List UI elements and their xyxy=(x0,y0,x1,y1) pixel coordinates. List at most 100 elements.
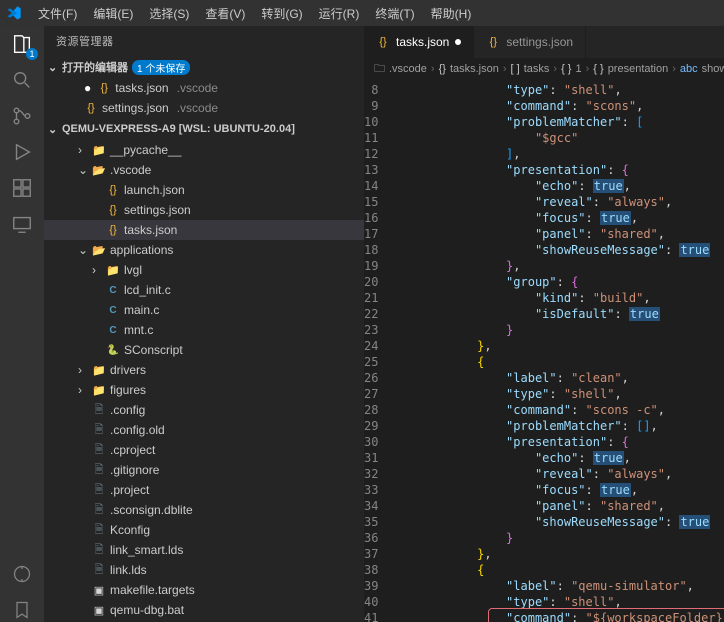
code-line[interactable]: "focus": true, xyxy=(390,482,724,498)
extensions-icon[interactable] xyxy=(10,176,34,200)
file-icon: 🗎 xyxy=(92,403,106,417)
breadcrumb[interactable]: 🗀 .vscode›{} tasks.json›[ ] tasks›{ } 1›… xyxy=(364,58,724,80)
chevron-right-icon: › xyxy=(503,63,507,75)
tree-item[interactable]: ▣makefile.targets xyxy=(44,580,364,600)
folder-icon: 📁 xyxy=(92,363,106,377)
explorer-icon[interactable] xyxy=(10,32,34,56)
source-control-icon[interactable] xyxy=(10,104,34,128)
workspace-header[interactable]: ⌄ QEMU-VEXPRESS-A9 [WSL: UBUNTU-20.04] xyxy=(44,118,364,140)
menu-item[interactable]: 编辑(E) xyxy=(85,3,141,24)
tree-item[interactable]: {}tasks.json xyxy=(44,220,364,240)
tree-item[interactable]: {}settings.json xyxy=(44,200,364,220)
code-line[interactable]: "presentation": { xyxy=(390,434,724,450)
code-line[interactable]: "problemMatcher": [ xyxy=(390,114,724,130)
menu-item[interactable]: 帮助(H) xyxy=(423,3,480,24)
code-line[interactable]: "echo": true, xyxy=(390,178,724,194)
code-line[interactable]: "reveal": "always", xyxy=(390,466,724,482)
compass-icon[interactable] xyxy=(10,562,34,586)
chevron-icon: › xyxy=(78,363,88,377)
tab-label: tasks.json xyxy=(396,35,449,49)
breadcrumb-segment[interactable]: presentation xyxy=(608,63,669,75)
code-line[interactable]: "showReuseMessage": true xyxy=(390,242,724,258)
code-line[interactable]: "panel": "shared", xyxy=(390,498,724,514)
tree-item[interactable]: 🗎.gitignore xyxy=(44,460,364,480)
tree-item[interactable]: ⌄📂.vscode xyxy=(44,160,364,180)
tree-item[interactable]: 🗎.sconsign.dblite xyxy=(44,500,364,520)
menu-item[interactable]: 终端(T) xyxy=(367,3,422,24)
tree-item[interactable]: 🐍SConscript xyxy=(44,340,364,360)
json-file-icon: {} xyxy=(486,35,500,49)
breadcrumb-segment[interactable]: tasks.json xyxy=(450,63,499,75)
code-line[interactable]: } xyxy=(390,322,724,338)
code-editor[interactable]: 8910111213141516171819202122232425262728… xyxy=(364,80,724,622)
open-editor-item[interactable]: {}settings.json.vscode xyxy=(44,98,364,118)
tree-item[interactable]: ›📁figures xyxy=(44,380,364,400)
breadcrumb-segment[interactable]: tasks xyxy=(524,63,550,75)
editor-tab[interactable]: {}settings.json xyxy=(474,26,586,58)
code-line[interactable]: } xyxy=(390,530,724,546)
folder-icon: 📂 xyxy=(92,243,106,257)
editor-tab[interactable]: {}tasks.json xyxy=(364,26,474,58)
tree-item[interactable]: Cmain.c xyxy=(44,300,364,320)
code-line[interactable]: "label": "qemu-simulator", xyxy=(390,578,724,594)
code-line[interactable]: "isDefault": true xyxy=(390,306,724,322)
chevron-down-icon: ⌄ xyxy=(48,123,58,136)
tree-item[interactable]: ›📁lvgl xyxy=(44,260,364,280)
tree-item[interactable]: 🗎.config.old xyxy=(44,420,364,440)
chevron-icon: › xyxy=(78,143,88,157)
code-line[interactable]: }, xyxy=(390,338,724,354)
tree-item[interactable]: ›📁drivers xyxy=(44,360,364,380)
run-debug-icon[interactable] xyxy=(10,140,34,164)
tree-item[interactable]: 🗎link.lds xyxy=(44,560,364,580)
menu-item[interactable]: 查看(V) xyxy=(197,3,253,24)
breadcrumb-segment[interactable]: showReuseMes xyxy=(702,63,724,75)
code-line[interactable]: { xyxy=(390,354,724,370)
tree-item[interactable]: ⌄📂applications xyxy=(44,240,364,260)
menu-item[interactable]: 转到(G) xyxy=(253,3,310,24)
breadcrumb-segment[interactable]: 1 xyxy=(575,63,581,75)
code-line[interactable]: "group": { xyxy=(390,274,724,290)
modified-dot-icon: ● xyxy=(84,81,91,95)
tree-item[interactable]: 🗎.project xyxy=(44,480,364,500)
code-line[interactable]: }, xyxy=(390,546,724,562)
code-line[interactable]: "echo": true, xyxy=(390,450,724,466)
tree-item[interactable]: Clcd_init.c xyxy=(44,280,364,300)
code-line[interactable]: "$gcc" xyxy=(390,130,724,146)
file-icon: 🗎 xyxy=(92,483,106,497)
code-line[interactable]: "label": "clean", xyxy=(390,370,724,386)
tree-item[interactable]: {}launch.json xyxy=(44,180,364,200)
file-icon: 🗎 xyxy=(92,523,106,537)
tree-item[interactable]: 🗎.config xyxy=(44,400,364,420)
code-line[interactable]: "problemMatcher": [], xyxy=(390,418,724,434)
code-line[interactable]: "focus": true, xyxy=(390,210,724,226)
code-line[interactable]: "type": "shell", xyxy=(390,386,724,402)
code-line[interactable]: }, xyxy=(390,258,724,274)
remote-icon[interactable] xyxy=(10,212,34,236)
breadcrumb-segment[interactable]: .vscode xyxy=(389,63,427,75)
open-editors-header[interactable]: ⌄ 打开的编辑器 1 个未保存 xyxy=(44,56,364,78)
tree-item[interactable]: 🗎Kconfig xyxy=(44,520,364,540)
code-line[interactable]: "showReuseMessage": true xyxy=(390,514,724,530)
menu-item[interactable]: 选择(S) xyxy=(141,3,197,24)
breadcrumb-icon: { } xyxy=(561,63,571,75)
code-line[interactable]: "type": "shell", xyxy=(390,82,724,98)
code-line[interactable]: ], xyxy=(390,146,724,162)
search-icon[interactable] xyxy=(10,68,34,92)
tree-item[interactable]: ›📁__pycache__ xyxy=(44,140,364,160)
code-line[interactable]: { xyxy=(390,562,724,578)
file-label: .sconsign.dblite xyxy=(110,503,193,517)
code-line[interactable]: "presentation": { xyxy=(390,162,724,178)
menu-item[interactable]: 文件(F) xyxy=(30,3,85,24)
tree-item[interactable]: Cmnt.c xyxy=(44,320,364,340)
bookmark-icon[interactable] xyxy=(10,598,34,622)
tree-item[interactable]: 🗎.cproject xyxy=(44,440,364,460)
tree-item[interactable]: 🗎link_smart.lds xyxy=(44,540,364,560)
tree-item[interactable]: ▣qemu-dbg.bat xyxy=(44,600,364,620)
code-line[interactable]: "panel": "shared", xyxy=(390,226,724,242)
code-line[interactable]: "reveal": "always", xyxy=(390,194,724,210)
code-line[interactable]: "kind": "build", xyxy=(390,290,724,306)
menu-item[interactable]: 运行(R) xyxy=(311,3,368,24)
open-editor-item[interactable]: ●{}tasks.json.vscode xyxy=(44,78,364,98)
code-line[interactable]: "command": "scons -c", xyxy=(390,402,724,418)
code-line[interactable]: "command": "scons", xyxy=(390,98,724,114)
